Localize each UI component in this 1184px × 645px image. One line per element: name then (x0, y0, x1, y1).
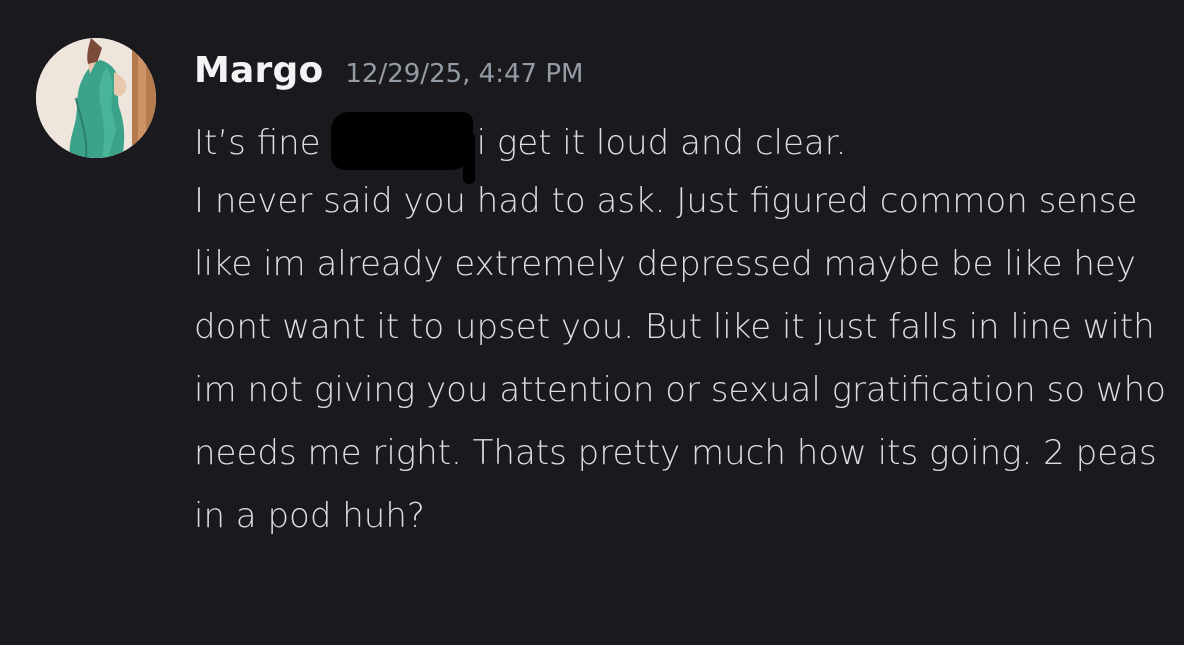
message-line: It’s fine i get it loud and clear. (194, 112, 1169, 184)
message-paragraph: I never said you had to ask. Just figure… (194, 181, 1166, 536)
avatar[interactable] (36, 38, 156, 158)
avatar-image (36, 38, 156, 158)
message-header: Margo 12/29/25, 4:47 PM (194, 50, 583, 100)
message-content: It’s fine i get it loud and clear. I neve… (194, 112, 1169, 548)
message-timestamp: 12/29/25, 4:47 PM (345, 59, 584, 89)
message-text-start: It’s fine (194, 123, 321, 163)
redaction-scribble-icon (330, 112, 475, 184)
author-name[interactable]: Margo (194, 50, 323, 91)
chat-message: Margo 12/29/25, 4:47 PM It’s fine i get it… (0, 0, 1184, 645)
message-text-end: i get it loud and clear. (476, 123, 847, 163)
